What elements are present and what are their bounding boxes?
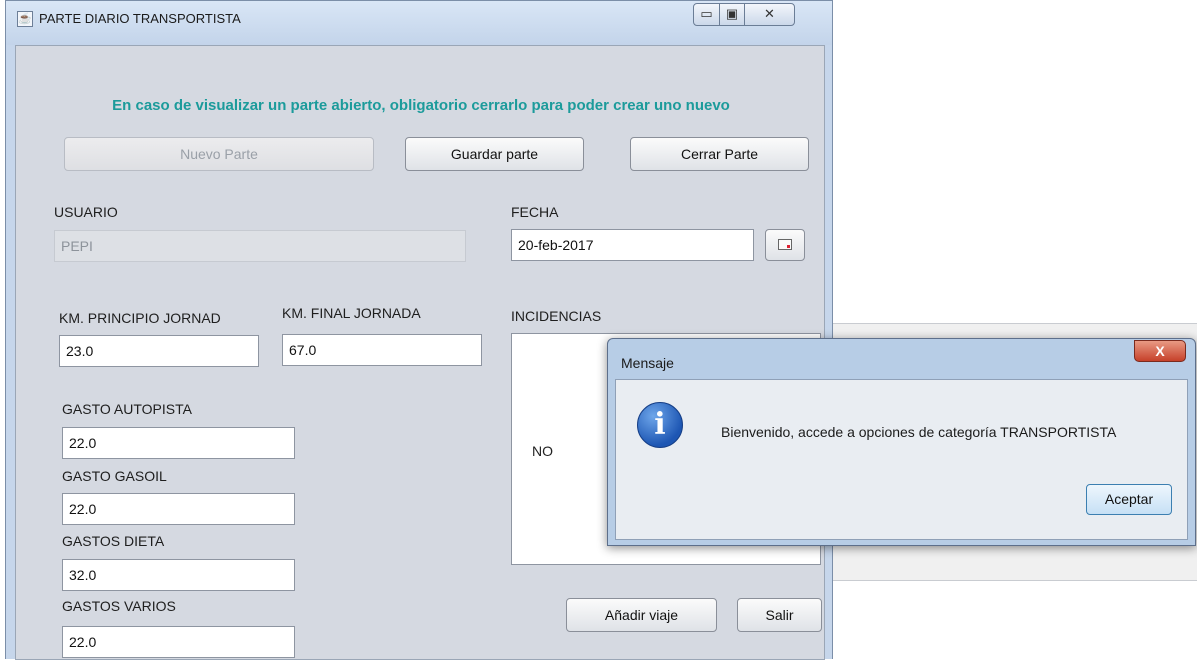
gastos-varios-field[interactable]: 22.0 [62, 626, 295, 658]
incidencias-label: INCIDENCIAS [511, 308, 602, 324]
window-title: PARTE DIARIO TRANSPORTISTA [39, 11, 241, 26]
guardar-parte-button[interactable]: Guardar parte [405, 137, 584, 171]
gastos-dieta-field[interactable]: 32.0 [62, 559, 295, 591]
km-final-label: KM. FINAL JORNADA [282, 305, 421, 321]
nuevo-parte-button[interactable]: Nuevo Parte [64, 137, 374, 171]
maximize-button[interactable]: ▣ [719, 3, 745, 26]
gasto-gasoil-label: GASTO GASOIL [62, 468, 167, 484]
usuario-field[interactable]: PEPI [54, 230, 466, 262]
dialog-body: i Bienvenido, accede a opciones de categ… [615, 379, 1188, 540]
salir-button[interactable]: Salir [737, 598, 822, 632]
km-principio-label: KM. PRINCIPIO JORNAD [59, 310, 221, 326]
gastos-varios-label: GASTOS VARIOS [62, 598, 176, 614]
info-icon: i [637, 402, 683, 448]
dialog-close-button[interactable]: X [1134, 340, 1186, 362]
message-dialog: Mensaje X i Bienvenido, accede a opcione… [607, 338, 1196, 546]
km-final-field[interactable]: 67.0 [282, 334, 482, 366]
cerrar-parte-button[interactable]: Cerrar Parte [630, 137, 809, 171]
fecha-field[interactable]: 20-feb-2017 [511, 229, 754, 261]
calendar-button[interactable] [765, 229, 805, 261]
fecha-label: FECHA [511, 204, 559, 220]
incidencias-text: NO [532, 443, 553, 459]
minimize-button[interactable]: ▭ [693, 3, 720, 26]
calendar-icon [778, 239, 792, 250]
gastos-dieta-label: GASTOS DIETA [62, 533, 165, 549]
java-cup-icon: ☕ [17, 11, 33, 27]
main-window: ☕ PARTE DIARIO TRANSPORTISTA ▭ ▣ ✕ En ca… [5, 0, 833, 660]
anadir-viaje-button[interactable]: Añadir viaje [566, 598, 717, 632]
notice-text: En caso de visualizar un parte abierto, … [112, 97, 730, 114]
gasto-autopista-label: GASTO AUTOPISTA [62, 401, 192, 417]
accept-button[interactable]: Aceptar [1086, 484, 1172, 515]
close-button[interactable]: ✕ [744, 3, 795, 26]
dialog-title: Mensaje [621, 355, 674, 371]
main-titlebar[interactable]: ☕ PARTE DIARIO TRANSPORTISTA ▭ ▣ ✕ [6, 1, 832, 45]
dialog-message: Bienvenido, accede a opciones de categor… [721, 424, 1117, 440]
gasto-autopista-field[interactable]: 22.0 [62, 427, 295, 459]
km-principio-field[interactable]: 23.0 [59, 335, 259, 367]
gasto-gasoil-field[interactable]: 22.0 [62, 493, 295, 525]
usuario-label: USUARIO [54, 204, 118, 220]
